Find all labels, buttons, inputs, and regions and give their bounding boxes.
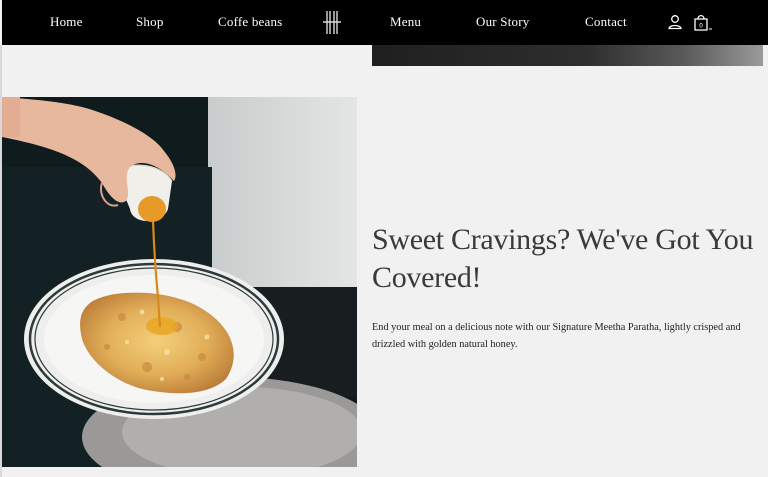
feature-headline: Sweet Cravings? We've Got You Covered! <box>372 221 768 297</box>
nav-link-our-story[interactable]: Our Story <box>476 14 529 30</box>
honey-pour-illustration <box>2 97 357 467</box>
svg-text:0: 0 <box>699 23 703 30</box>
user-icon[interactable] <box>666 13 684 31</box>
feature-description: End your meal on a delicious note with o… <box>372 319 768 353</box>
headline-line-1: Sweet Cravings? We've Got You <box>372 223 754 256</box>
nav-link-coffee-beans[interactable]: Coffe beans <box>218 14 282 30</box>
description-line-2: drizzled with golden natural honey. <box>372 339 518 350</box>
nav-link-home[interactable]: Home <box>50 14 83 30</box>
nav-link-menu[interactable]: Menu <box>390 14 421 30</box>
hh-monogram-logo-icon[interactable] <box>320 10 344 35</box>
top-navigation-bar: Home Shop Coffe beans Menu Our Story Con… <box>2 0 768 45</box>
headline-line-2: Covered! <box>372 261 482 294</box>
nav-link-shop[interactable]: Shop <box>136 14 164 30</box>
meetha-paratha-photo <box>2 97 357 467</box>
nav-link-contact[interactable]: Contact <box>585 14 627 30</box>
previous-section-image-strip <box>372 45 763 66</box>
shopping-bag-icon[interactable]: 0 <box>692 13 714 31</box>
description-line-1: End your meal on a delicious note with o… <box>372 322 741 333</box>
